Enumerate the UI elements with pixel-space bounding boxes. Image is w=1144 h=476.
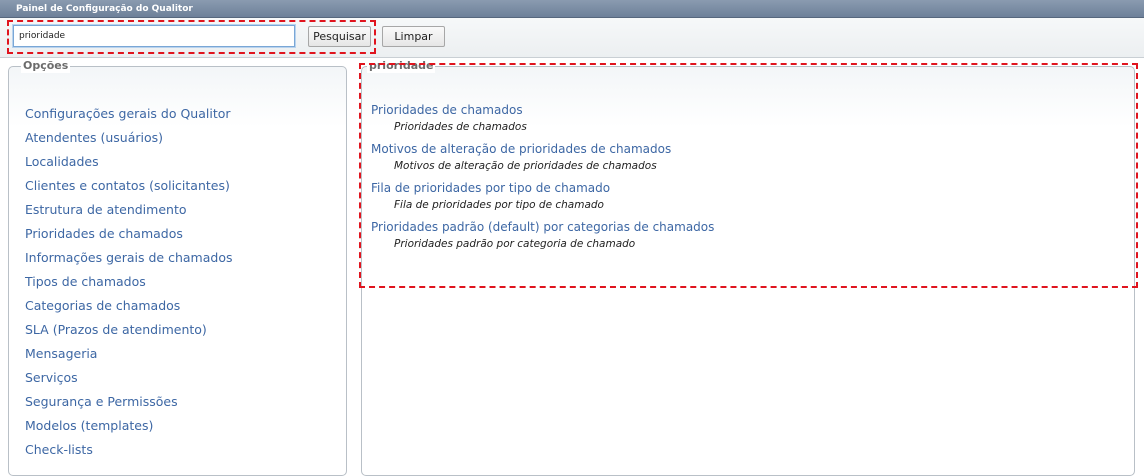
result-title-link[interactable]: Fila de prioridades por tipo de chamado xyxy=(371,180,714,197)
window-title-bar: Painel de Configuração do Qualitor xyxy=(0,0,1144,18)
option-link[interactable]: Categorias de chamados xyxy=(25,297,232,321)
option-link[interactable]: Segurança e Permissões xyxy=(25,393,232,417)
option-link[interactable]: Estrutura de atendimento xyxy=(25,201,232,225)
search-toolbar: Pesquisar Limpar xyxy=(0,18,1144,58)
result-title-link[interactable]: Prioridades padrão (default) por categor… xyxy=(371,219,714,236)
option-link[interactable]: Mensageria xyxy=(25,345,232,369)
search-input[interactable] xyxy=(13,25,295,47)
options-list: Configurações gerais do Qualitor Atenden… xyxy=(25,105,232,465)
result-item: Prioridades padrão (default) por categor… xyxy=(371,219,714,258)
option-link[interactable]: Configurações gerais do Qualitor xyxy=(25,105,232,129)
option-link[interactable]: Localidades xyxy=(25,153,232,177)
option-link[interactable]: Atendentes (usuários) xyxy=(25,129,232,153)
option-link[interactable]: Prioridades de chamados xyxy=(25,225,232,249)
result-description: Fila de prioridades por tipo de chamado xyxy=(394,199,604,211)
result-description: Prioridades padrão por categoria de cham… xyxy=(394,238,636,250)
results-panel-legend: prioridade xyxy=(367,59,436,73)
option-link[interactable]: Modelos (templates) xyxy=(25,417,232,441)
results-list: Prioridades de chamados Prioridades de c… xyxy=(371,102,714,258)
option-link[interactable]: SLA (Prazos de atendimento) xyxy=(25,321,232,345)
result-description: Prioridades de chamados xyxy=(394,121,527,133)
result-title-link[interactable]: Motivos de alteração de prioridades de c… xyxy=(371,141,714,158)
result-title-link[interactable]: Prioridades de chamados xyxy=(371,102,714,119)
options-panel-legend: Opções xyxy=(21,59,71,73)
result-item: Fila de prioridades por tipo de chamado … xyxy=(371,180,714,219)
option-link[interactable]: Clientes e contatos (solicitantes) xyxy=(25,177,232,201)
option-link[interactable]: Check-lists xyxy=(25,441,232,465)
result-item: Motivos de alteração de prioridades de c… xyxy=(371,141,714,180)
result-item: Prioridades de chamados Prioridades de c… xyxy=(371,102,714,141)
option-link[interactable]: Informações gerais de chamados xyxy=(25,249,232,273)
result-description: Motivos de alteração de prioridades de c… xyxy=(394,160,657,172)
window-title: Painel de Configuração do Qualitor xyxy=(16,4,193,14)
results-panel: prioridade Prioridades de chamados Prior… xyxy=(361,59,1135,476)
clear-button[interactable]: Limpar xyxy=(382,26,445,47)
option-link[interactable]: Serviços xyxy=(25,369,232,393)
options-panel: Opções Configurações gerais do Qualitor … xyxy=(8,59,347,476)
option-link[interactable]: Tipos de chamados xyxy=(25,273,232,297)
search-button[interactable]: Pesquisar xyxy=(308,26,371,47)
